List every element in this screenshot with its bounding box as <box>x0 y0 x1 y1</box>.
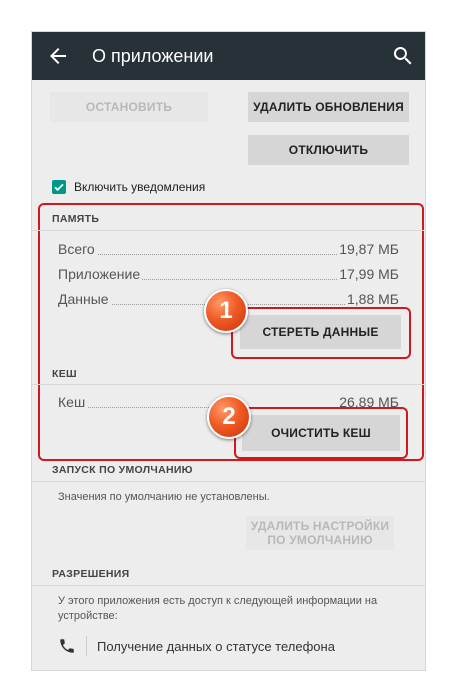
phone-icon <box>58 637 76 655</box>
clear-cache-button[interactable]: ОЧИСТИТЬ КЕШ <box>242 415 400 451</box>
defaults-section-header: ЗАПУСК ПО УМОЛЧАНИЮ <box>52 464 193 476</box>
permissions-section-header: РАЗРЕШЕНИЯ <box>52 568 130 580</box>
notifications-label: Включить уведомления <box>74 180 206 194</box>
phone-screen: О приложении ОСТАНОВИТЬ УДАЛИТЬ ОБНОВЛЕН… <box>32 32 425 670</box>
cache-section-header: КЕШ <box>52 368 77 380</box>
memory-section-header: ПАМЯТЬ <box>52 213 100 225</box>
divider <box>32 481 425 482</box>
divider <box>32 230 425 231</box>
separator <box>86 636 87 656</box>
app-bar: О приложении <box>32 32 425 80</box>
memory-row-app: Приложение 17,99 МБ <box>58 266 399 282</box>
disable-button[interactable]: ОТКЛЮЧИТЬ <box>248 135 409 165</box>
page-title: О приложении <box>92 46 214 66</box>
divider <box>32 585 425 586</box>
step-2-badge: 2 <box>207 395 251 439</box>
defaults-text: Значения по умолчанию не установлены. <box>58 491 270 503</box>
notifications-toggle[interactable]: Включить уведомления <box>52 178 205 196</box>
clear-data-button[interactable]: СТЕРЕТЬ ДАННЫЕ <box>240 315 401 349</box>
back-arrow-icon[interactable] <box>46 44 70 68</box>
permissions-text: У этого приложения есть доступ к следующ… <box>58 595 378 622</box>
permission-item[interactable]: Получение данных о статусе телефона <box>58 636 335 656</box>
checkbox-checked-icon[interactable] <box>52 180 66 194</box>
divider <box>32 384 425 385</box>
stop-button[interactable]: ОСТАНОВИТЬ <box>50 92 208 122</box>
memory-row-total: Всего 19,87 МБ <box>58 241 399 257</box>
permission-label: Получение данных о статусе телефона <box>97 638 335 654</box>
search-icon[interactable] <box>391 44 415 68</box>
step-1-badge: 1 <box>204 289 248 333</box>
uninstall-updates-button[interactable]: УДАЛИТЬ ОБНОВЛЕНИЯ <box>248 92 409 122</box>
reset-defaults-button[interactable]: УДАЛИТЬ НАСТРОЙКИ ПО УМОЛЧАНИЮ <box>246 516 394 550</box>
